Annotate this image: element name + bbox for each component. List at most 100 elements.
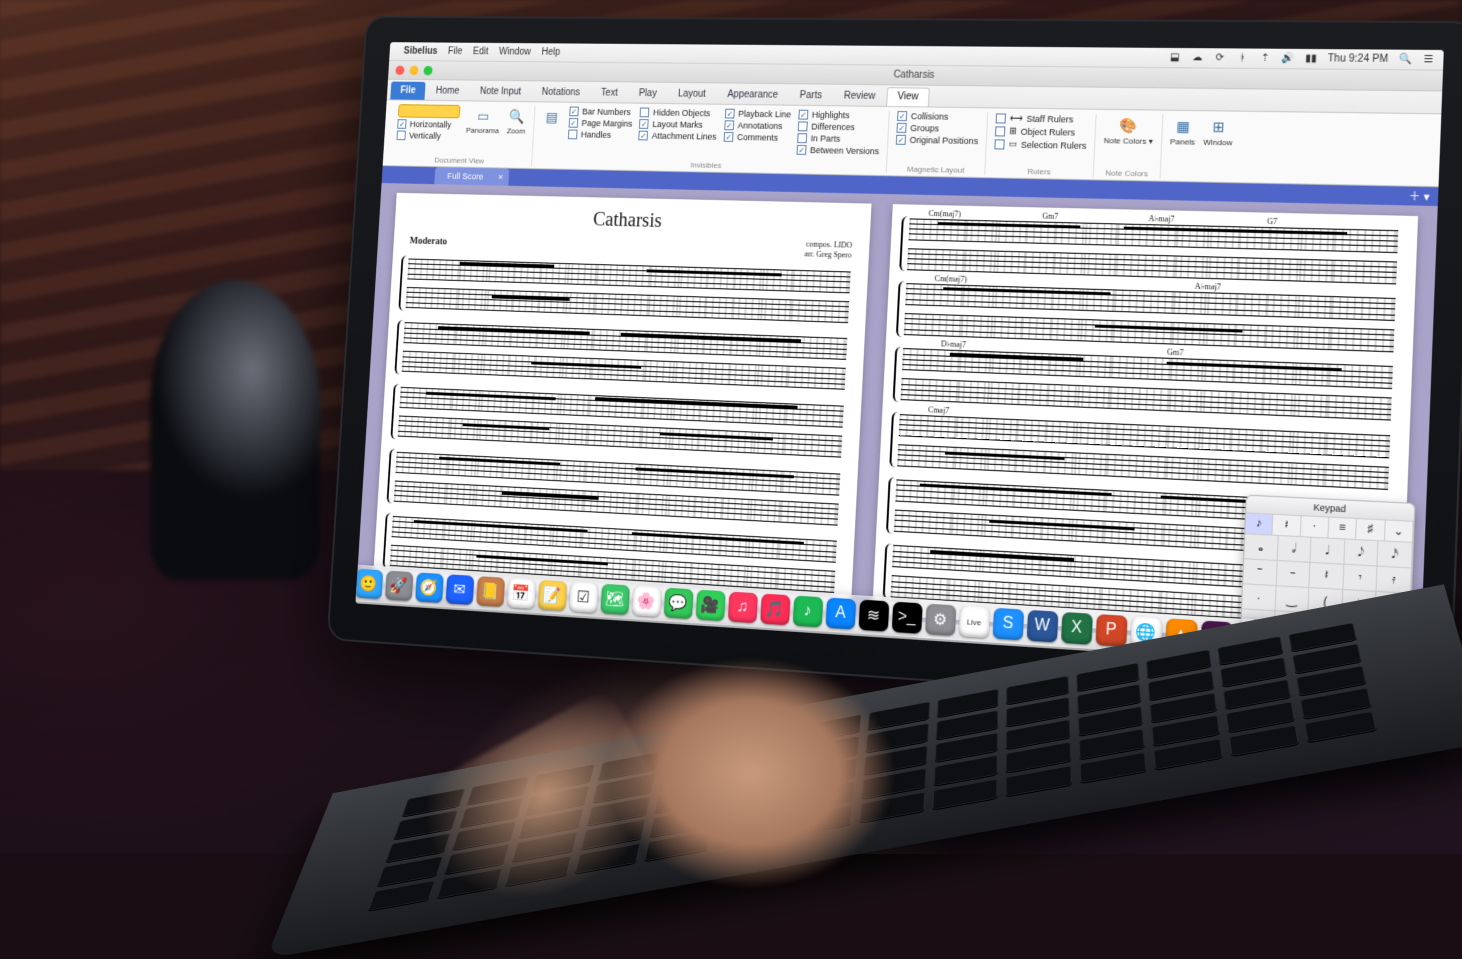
dock-app-excel[interactable]: X (1060, 612, 1092, 645)
keypad-cell[interactable]: 𝅘𝅥 (1311, 538, 1346, 565)
check-collisions[interactable]: Collisions (897, 111, 979, 122)
keypad-tab-4[interactable]: ≡ (1328, 518, 1357, 540)
status-bluetooth-icon[interactable]: ᚼ (1236, 53, 1249, 64)
dock-app-itunes[interactable]: ♫ (727, 592, 757, 624)
keypad-tab-1[interactable]: ♪ (1245, 513, 1273, 535)
zoom-button[interactable]: 🔍 Zoom (506, 106, 527, 136)
keypad-tab-2[interactable]: 𝄽 (1273, 515, 1302, 537)
menu-edit[interactable]: Edit (473, 47, 489, 58)
panels-button[interactable]: ▦ Panels (1170, 115, 1196, 147)
check-bar-numbers[interactable]: Bar Numbers (569, 107, 633, 117)
add-tab-button[interactable]: ＋ ▾ (1408, 188, 1438, 205)
dock-app-spotify[interactable]: ♪ (792, 595, 822, 627)
status-spotlight-icon[interactable]: 🔍 (1398, 54, 1411, 65)
check-layout-marks[interactable]: Layout Marks (639, 119, 717, 130)
dock-app-serum[interactable]: S (992, 608, 1024, 641)
keypad-cell[interactable]: 𝄿 (1377, 567, 1412, 594)
ribbon-tab-text[interactable]: Text (590, 84, 628, 103)
dock-app-powerpoint[interactable]: P (1095, 614, 1127, 647)
dock-app-ableton[interactable]: ≋ (858, 600, 889, 632)
status-cloud-icon[interactable]: ☁︎ (1191, 52, 1204, 63)
ribbon-tab-file[interactable]: File (390, 82, 426, 100)
menu-app-name[interactable]: Sibelius (403, 46, 437, 57)
dock-app-appstore[interactable]: A (825, 598, 856, 630)
keypad-tab-5[interactable]: ♯ (1356, 519, 1385, 542)
window-maximize-button[interactable] (423, 65, 432, 75)
check-selection-rulers[interactable]: ▭ Selection Rulers (994, 138, 1086, 151)
check-between-versions[interactable]: Between Versions (797, 145, 880, 156)
keypad-cell[interactable]: 𝅗𝅥 (1277, 536, 1311, 563)
ribbon-tab-view[interactable]: View (886, 87, 929, 106)
keypad-cell[interactable]: 𝄼 (1276, 561, 1310, 588)
check-object-rulers[interactable]: ⊞ Object Rulers (995, 125, 1087, 137)
ribbon-tab-layout[interactable]: Layout (667, 85, 716, 104)
dock-app-contacts[interactable]: 📒 (476, 576, 505, 607)
status-wifi-icon[interactable]: ⇡ (1259, 53, 1272, 64)
check-in-parts[interactable]: In Parts (797, 133, 880, 144)
check-differences[interactable]: Differences (798, 121, 881, 132)
dock-app-messages[interactable]: 💬 (663, 588, 693, 619)
keypad-cell[interactable]: 𝅘𝅥𝅯 (1378, 541, 1413, 568)
dock-app-notes[interactable]: 📝 (537, 580, 566, 611)
dock-app-facetime[interactable]: 🎥 (695, 590, 725, 622)
status-battery-icon[interactable]: ▮▮ (1304, 53, 1317, 64)
status-notification-icon[interactable]: ☰ (1422, 54, 1435, 66)
dock-app-live[interactable]: Live (958, 606, 989, 638)
status-clock[interactable]: Thu 9:24 PM (1327, 53, 1388, 65)
dock-app-finder[interactable]: 🙂 (356, 569, 383, 599)
ribbon-tab-play[interactable]: Play (628, 84, 667, 103)
status-volume-icon[interactable]: 🔊 (1282, 53, 1295, 64)
check-groups[interactable]: Groups (897, 123, 979, 134)
ribbon-tab-note-input[interactable]: Note Input (470, 82, 532, 101)
status-sync-icon[interactable]: ⟳ (1213, 52, 1226, 63)
dock-app-reminders[interactable]: ☑︎ (569, 582, 598, 613)
dock-app-maps[interactable]: 🗺 (600, 584, 629, 615)
panorama-button[interactable]: ▭ Panorama (466, 105, 501, 135)
check-attachment-lines[interactable]: Attachment Lines (639, 131, 717, 142)
document-tab-close-icon[interactable]: × (498, 172, 503, 182)
menu-file[interactable]: File (448, 46, 463, 56)
vertically-check[interactable]: Vertically (397, 131, 459, 141)
spreads-toggle[interactable] (398, 104, 461, 118)
window-close-button[interactable] (395, 65, 404, 74)
dock-app-safari[interactable]: 🧭 (415, 572, 444, 603)
window-button[interactable]: ⊞ Window (1203, 115, 1234, 147)
check-hidden-objects[interactable]: Hidden Objects (640, 108, 718, 119)
check-highlights[interactable]: Highlights (798, 110, 881, 121)
window-minimize-button[interactable] (409, 65, 418, 74)
check-handles[interactable]: Handles (568, 130, 632, 141)
dock-app-music[interactable]: 🎵 (760, 594, 790, 626)
keypad-cell[interactable]: · (1242, 584, 1276, 611)
dock-app-word[interactable]: W (1026, 610, 1058, 643)
ribbon-tab-review[interactable]: Review (833, 87, 887, 106)
dock-app-photos[interactable]: 🌸 (632, 586, 662, 617)
dock-app-calendar[interactable]: 📅 (507, 578, 536, 609)
keypad-cell[interactable]: 𝄾 (1343, 565, 1378, 592)
check-comments[interactable]: Comments (724, 132, 790, 143)
ribbon-tab-notations[interactable]: Notations (531, 83, 590, 102)
dock-app-launchpad[interactable]: 🚀 (385, 571, 413, 602)
keypad-cell[interactable]: 𝄻 (1243, 559, 1277, 586)
keypad-cell[interactable]: 𝄽 (1310, 563, 1345, 590)
dock-app-terminal[interactable]: >_ (891, 602, 922, 634)
check-original-positions[interactable]: Original Positions (896, 135, 978, 146)
document-tab-full-score[interactable]: Full Score × (434, 167, 509, 186)
note-colors-button[interactable]: 🎨 Note Colors ▾ (1103, 114, 1153, 146)
check-playback-line[interactable]: Playback Line (725, 109, 791, 120)
keypad-cell[interactable]: 𝅘𝅥𝅮 (1344, 539, 1379, 566)
ribbon-tab-parts[interactable]: Parts (789, 86, 833, 105)
check-staff-rulers[interactable]: ⟷ Staff Rulers (996, 112, 1088, 124)
keypad-cell[interactable]: 𝅝 (1244, 534, 1278, 561)
check-page-margins[interactable]: Page Margins (569, 118, 633, 129)
ribbon-tab-home[interactable]: Home (426, 82, 470, 100)
keypad-cell[interactable]: ‿ (1275, 586, 1309, 613)
keypad-tab-3[interactable]: · (1301, 516, 1330, 538)
keypad-tab-6[interactable]: ⌄ (1385, 520, 1414, 543)
horizontally-check[interactable]: Horizontally (397, 119, 459, 129)
ribbon-tab-appearance[interactable]: Appearance (716, 85, 788, 104)
menu-help[interactable]: Help (541, 47, 560, 58)
menu-window[interactable]: Window (499, 47, 531, 58)
status-dropbox-icon[interactable]: ⬓ (1168, 52, 1181, 63)
dock-app-mail[interactable]: ✉︎ (445, 574, 474, 605)
check-annotations[interactable]: Annotations (724, 120, 790, 131)
